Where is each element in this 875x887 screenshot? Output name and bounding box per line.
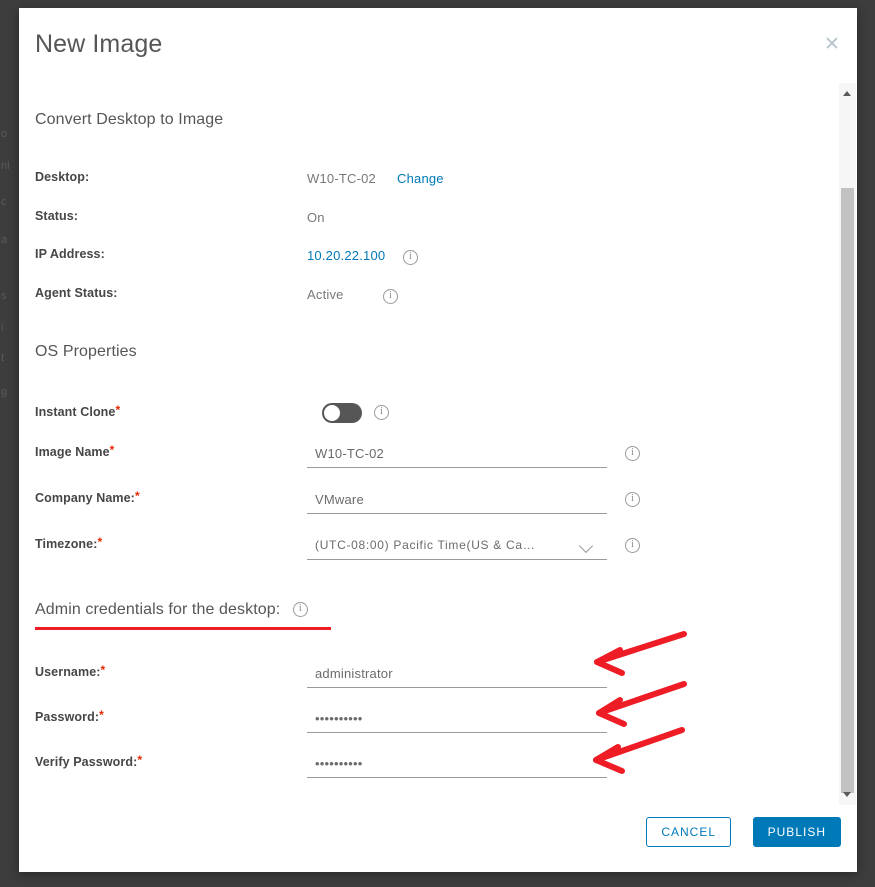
scroll-down-arrow-icon[interactable] <box>843 792 851 797</box>
dialog-body: Convert Desktop to Image Desktop: W10-TC… <box>19 83 857 805</box>
timezone-select[interactable] <box>307 533 607 560</box>
company-name-input[interactable] <box>307 487 607 514</box>
required-marker: * <box>137 753 143 767</box>
info-label: IP Address: <box>35 247 105 261</box>
required-marker: * <box>134 489 140 503</box>
section-heading-convert: Convert Desktop to Image <box>35 111 224 128</box>
info-row-desktop: Desktop: W10-TC-02 Change <box>35 170 655 192</box>
form-row-password: Password:* <box>35 706 675 736</box>
backdrop-text-fragment: i <box>1 322 4 334</box>
required-marker: * <box>99 708 104 722</box>
username-label: Username:* <box>35 663 106 679</box>
scroll-up-arrow-icon[interactable] <box>843 91 851 96</box>
info-icon[interactable] <box>383 289 398 304</box>
form-row-image-name: Image Name* <box>35 441 675 471</box>
vertical-scrollbar[interactable] <box>839 83 856 805</box>
info-icon[interactable] <box>625 446 640 461</box>
required-marker: * <box>115 403 121 417</box>
cancel-button[interactable]: CANCEL <box>646 817 731 847</box>
image-name-label: Image Name* <box>35 443 115 459</box>
info-icon[interactable] <box>403 250 418 265</box>
password-input[interactable] <box>307 706 607 733</box>
form-row-verify-password: Verify Password:* <box>35 751 675 781</box>
ip-address-value[interactable]: 10.20.22.100 <box>307 248 385 263</box>
scrollbar-thumb[interactable] <box>841 188 854 793</box>
form-row-timezone: Timezone:* <box>35 533 675 563</box>
backdrop-text-fragment: a <box>1 234 8 246</box>
required-marker: * <box>109 443 115 457</box>
info-icon[interactable] <box>625 538 640 553</box>
timezone-label: Timezone:* <box>35 535 103 551</box>
password-label: Password:* <box>35 708 104 724</box>
verify-password-input[interactable] <box>307 751 607 778</box>
backdrop-text-fragment: c <box>1 196 7 208</box>
backdrop-text-fragment: nl <box>1 160 10 172</box>
info-label: Agent Status: <box>35 286 118 300</box>
change-desktop-link[interactable]: Change <box>397 171 444 186</box>
section-heading-os-properties: OS Properties <box>35 343 137 360</box>
page-title: New Image <box>35 30 163 58</box>
instant-clone-toggle[interactable] <box>322 403 362 423</box>
backdrop-text-fragment: g <box>1 386 8 398</box>
form-row-company-name: Company Name:* <box>35 487 675 517</box>
form-row-instant-clone: Instant Clone* <box>35 401 675 431</box>
dialog-header: New Image ✕ <box>19 8 857 83</box>
form-row-username: Username:* <box>35 661 675 691</box>
info-icon[interactable] <box>625 492 640 507</box>
backdrop-text-fragment: t <box>1 352 5 364</box>
info-icon[interactable] <box>374 405 389 420</box>
info-row-agent-status: Agent Status: Active <box>35 286 655 308</box>
publish-button[interactable]: PUBLISH <box>752 817 841 847</box>
backdrop-text-fragment: o <box>1 128 8 140</box>
info-label: Status: <box>35 209 79 223</box>
annotation-underline <box>35 627 331 630</box>
toggle-knob <box>324 405 340 421</box>
required-marker: * <box>100 663 106 677</box>
section-heading-admin-credentials: Admin credentials for the desktop: <box>35 601 308 619</box>
new-image-dialog: New Image ✕ Convert Desktop to Image Des… <box>19 8 857 872</box>
instant-clone-label: Instant Clone* <box>35 403 121 419</box>
dialog-footer: CANCEL PUBLISH <box>19 805 857 872</box>
company-name-label: Company Name:* <box>35 489 140 505</box>
username-input[interactable] <box>307 661 607 688</box>
info-icon[interactable] <box>292 602 308 618</box>
info-value: Active <box>307 287 344 302</box>
info-value: W10-TC-02 <box>307 171 376 186</box>
verify-password-label: Verify Password:* <box>35 753 143 769</box>
image-name-input[interactable] <box>307 441 607 468</box>
required-marker: * <box>97 535 103 549</box>
close-icon[interactable]: ✕ <box>819 32 845 58</box>
backdrop-text-fragment: s <box>1 290 7 302</box>
info-row-status: Status: On <box>35 209 655 231</box>
info-label: Desktop: <box>35 170 90 184</box>
info-row-ip-address: IP Address: 10.20.22.100 <box>35 247 655 269</box>
info-value: On <box>307 210 325 225</box>
